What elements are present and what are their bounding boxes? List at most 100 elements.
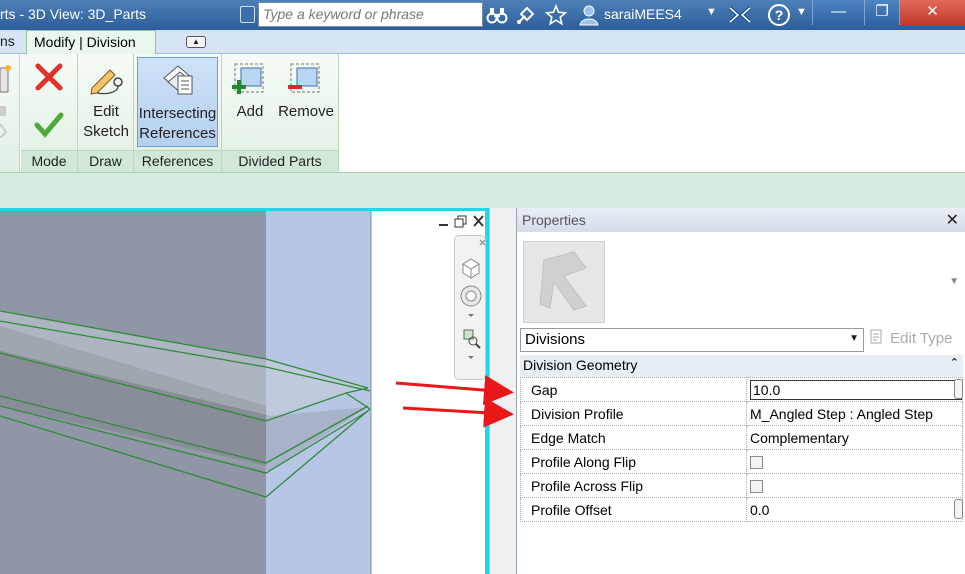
cancel-icon <box>35 63 63 91</box>
chevron-down-icon[interactable]: ▼ <box>796 6 807 18</box>
properties-palette: Properties ✕ ▼ Divisions ▼ Edit Type Div… <box>516 208 965 574</box>
panel-splitter[interactable] <box>489 208 516 574</box>
intersecting-references-label-1: Intersecting <box>138 105 217 122</box>
zoom-icon <box>463 329 481 349</box>
chevron-down-icon: ▼ <box>849 333 859 344</box>
property-value-cell <box>746 473 963 498</box>
property-label: Edge Match <box>520 425 747 450</box>
property-label: Profile Across Flip <box>520 473 747 498</box>
window-title: rts - 3D View: 3D_Parts <box>0 6 147 22</box>
property-row: Profile Offset 0.0 <box>520 497 963 522</box>
ribbon-panel-divided-parts: Add Remove Divided Parts <box>222 54 339 172</box>
chevron-down-icon <box>468 314 474 317</box>
help-search-input[interactable]: Type a keyword or phrase <box>258 2 483 27</box>
restore-button[interactable]: ❐ <box>864 0 899 25</box>
3d-viewport[interactable] <box>0 208 490 574</box>
view-close-icon <box>473 215 484 227</box>
property-label: Division Profile <box>520 401 747 426</box>
remove-parts-button[interactable]: Remove <box>278 60 334 122</box>
ribbon-panel-draw: Edit Sketch Draw <box>78 54 134 172</box>
view-restore-icon <box>454 215 467 228</box>
division-profile-value[interactable]: M_Angled Step : Angled Step <box>746 401 963 426</box>
minimize-button[interactable]: — <box>812 0 864 25</box>
property-row: Division Profile M_Angled Step : Angled … <box>520 401 963 426</box>
ribbon-panel-edge <box>0 54 20 172</box>
close-icon[interactable]: ✕ <box>946 210 959 230</box>
property-value-cell: 10.0 <box>746 377 963 402</box>
steering-wheel-icon <box>460 285 482 307</box>
close-button[interactable]: ✕ <box>899 0 965 25</box>
view-cube-icon <box>462 258 480 279</box>
tab-modify-division[interactable]: Modify | Division <box>26 30 156 55</box>
property-table: Gap 10.0 Division Profile M_Angled Step … <box>520 377 963 522</box>
edit-sketch-button[interactable]: Edit Sketch <box>80 62 132 142</box>
profile-offset-value[interactable]: 0.0 <box>746 497 963 522</box>
edit-type-button[interactable]: Edit Type <box>870 329 952 347</box>
add-parts-label: Add <box>236 103 264 120</box>
gap-input[interactable]: 10.0 <box>750 379 962 400</box>
edit-sketch-icon <box>90 69 123 95</box>
type-selector-value: Divisions <box>525 331 586 348</box>
property-label: Profile Offset <box>520 497 747 522</box>
options-bar <box>0 172 965 208</box>
binoculars-icon[interactable] <box>486 4 508 26</box>
edge-match-value[interactable]: Complementary <box>746 425 963 450</box>
scrollbar-thumb[interactable] <box>954 379 963 399</box>
edit-sketch-label-1: Edit <box>93 103 119 120</box>
window-controls: — ❐ ✕ <box>812 0 965 25</box>
edit-type-label: Edit Type <box>890 330 953 347</box>
edit-type-icon <box>870 329 882 344</box>
type-selector-chevron-icon[interactable]: ▼ <box>949 276 959 287</box>
exchange-icon[interactable] <box>728 4 752 26</box>
profile-across-flip-checkbox[interactable] <box>750 480 763 494</box>
add-parts-button[interactable]: Add <box>227 60 273 122</box>
close-icon <box>479 239 486 246</box>
property-row: Profile Across Flip <box>520 473 963 498</box>
remove-parts-icon <box>288 63 320 93</box>
property-group-label: Division Geometry <box>523 357 638 373</box>
property-row: Gap 10.0 <box>520 377 963 402</box>
ribbon-toggle-button[interactable]: ▲ <box>186 36 206 48</box>
panel-label-references: References <box>134 150 221 172</box>
save-icon[interactable] <box>240 6 255 23</box>
ribbon-tab-bar: ns Modify | Division ▲ <box>0 30 965 55</box>
ribbon-panel-references: Intersecting References References <box>134 54 222 172</box>
type-preview-image <box>523 241 605 323</box>
user-icon[interactable] <box>578 4 600 26</box>
property-group-header[interactable]: Division Geometry ⌃ <box>520 355 963 377</box>
chevron-down-icon <box>468 356 474 359</box>
navigation-bar[interactable] <box>454 235 486 380</box>
scrollbar-thumb[interactable] <box>954 499 963 519</box>
user-name[interactable]: saraiMEES4 <box>604 6 682 22</box>
property-row: Profile Along Flip <box>520 449 963 474</box>
panel-label-mode: Mode <box>21 150 77 172</box>
intersecting-references-label-2: References <box>139 125 216 142</box>
panel-label-draw: Draw <box>78 150 133 172</box>
properties-title: Properties <box>517 208 965 232</box>
chevron-down-icon[interactable]: ▼ <box>706 6 717 18</box>
cancel-edit-mode-button[interactable] <box>34 62 64 92</box>
help-icon[interactable]: ? <box>768 4 790 26</box>
satellite-icon[interactable] <box>515 4 537 26</box>
ribbon: Mode Edit Sketch Draw Intersecting Refer… <box>0 54 965 172</box>
intersecting-references-icon <box>162 65 193 95</box>
panel-label-divided-parts: Divided Parts <box>222 150 338 172</box>
property-row: Edge Match Complementary <box>520 425 963 450</box>
finish-icon <box>34 112 64 138</box>
profile-along-flip-checkbox[interactable] <box>750 456 763 470</box>
property-value-cell <box>746 449 963 474</box>
view-window-controls <box>434 213 486 229</box>
ribbon-panel-mode: Mode <box>21 54 78 172</box>
remove-parts-label: Remove <box>278 103 334 120</box>
add-parts-icon <box>232 63 264 94</box>
property-label: Profile Along Flip <box>520 449 747 474</box>
type-selector-dropdown[interactable]: Divisions ▼ <box>520 328 864 352</box>
edit-sketch-label-2: Sketch <box>83 123 129 140</box>
tab-previous[interactable]: ns <box>0 33 15 49</box>
property-label: Gap <box>520 377 747 402</box>
finish-edit-mode-button[interactable] <box>34 110 64 140</box>
collapse-icon[interactable]: ⌃ <box>950 356 959 369</box>
intersecting-references-button[interactable]: Intersecting References <box>137 57 218 147</box>
star-icon[interactable] <box>544 3 568 26</box>
title-bar: rts - 3D View: 3D_Parts Type a keyword o… <box>0 0 965 30</box>
